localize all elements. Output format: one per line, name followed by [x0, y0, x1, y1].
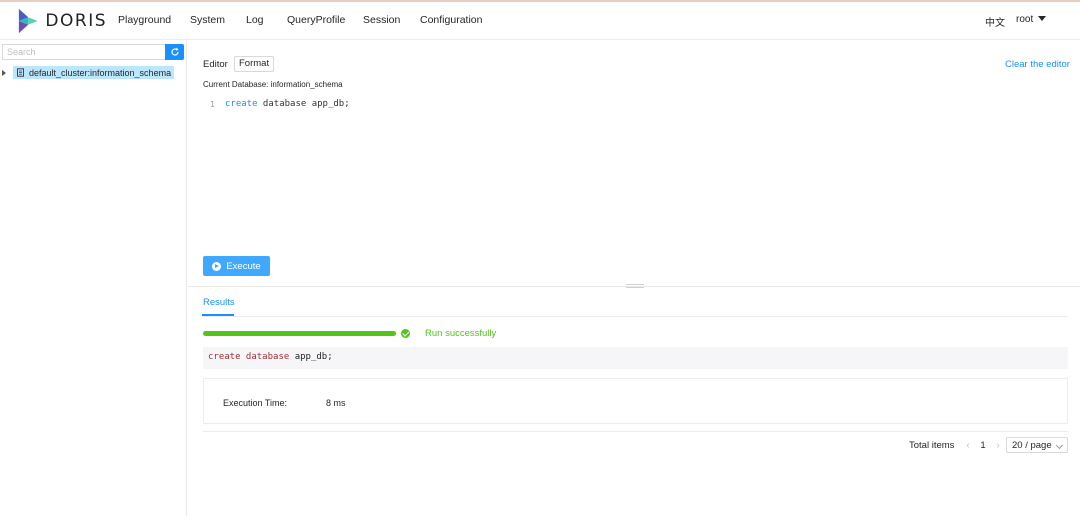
logo-text: DORIS — [45, 11, 107, 31]
progress-fill — [203, 331, 396, 336]
tree-node-label: default_cluster:information_schema — [29, 67, 172, 78]
nav-item-log[interactable]: Log — [246, 14, 264, 26]
nav-item-playground[interactable]: Playground — [118, 14, 171, 26]
drag-handle-icon[interactable] — [626, 284, 644, 288]
tree-node-selected[interactable]: default_cluster:information_schema — [13, 66, 175, 79]
nav-item-system[interactable]: System — [190, 14, 225, 26]
status-text: Run successfully — [425, 328, 497, 339]
execution-info: Execution Time: 8 ms — [203, 378, 1068, 424]
refresh-button[interactable] — [165, 44, 184, 60]
execute-label: Execute — [226, 260, 261, 272]
sidebar: default_cluster:information_schema — [0, 41, 187, 516]
page-number[interactable]: 1 — [976, 437, 990, 453]
caret-down-icon — [1038, 16, 1047, 21]
nav-item-configuration[interactable]: Configuration — [420, 14, 482, 26]
page-size-select[interactable]: 20 / page — [1006, 437, 1068, 453]
refresh-icon — [170, 47, 179, 56]
app-logo[interactable]: DORIS — [17, 6, 107, 36]
progress-bar — [203, 331, 396, 336]
top-navbar: DORIS Playground System Log QueryProfile… — [0, 2, 1080, 40]
doris-logo-icon — [18, 8, 38, 34]
tab-results[interactable]: Results — [203, 297, 235, 308]
chevron-left-icon[interactable]: ‹ — [961, 437, 975, 453]
check-circle-icon — [401, 329, 410, 338]
line-number: 1 — [210, 100, 215, 109]
tree-item-database[interactable]: default_cluster:information_schema — [2, 66, 175, 79]
executed-sql: create database app_db; — [203, 347, 1068, 369]
search-input[interactable] — [2, 44, 166, 60]
execution-time-value: 8 ms — [326, 398, 346, 408]
user-menu[interactable]: root — [1016, 14, 1047, 25]
divider — [203, 431, 1068, 432]
clear-editor-link[interactable]: Clear the editor — [1005, 59, 1070, 70]
nav-item-session[interactable]: Session — [363, 14, 400, 26]
editor-label: Editor — [203, 59, 228, 70]
current-database: Current Database: information_schema — [203, 80, 343, 89]
code-text: database app_db; — [257, 99, 350, 109]
total-items-label: Total items — [909, 440, 955, 451]
execute-button[interactable]: Execute — [203, 256, 270, 276]
sql-keyword: create database — [208, 352, 290, 362]
chevron-down-icon — [1055, 441, 1064, 450]
code-keyword: create — [225, 99, 258, 109]
caret-right-icon[interactable] — [2, 69, 6, 76]
main-panel: Editor Format Clear the editor Current D… — [188, 41, 1080, 516]
sql-text: app_db; — [289, 352, 333, 362]
language-switch[interactable]: 中文 — [985, 14, 1005, 29]
play-icon — [212, 261, 222, 271]
database-icon — [17, 68, 24, 77]
sql-editor[interactable]: 1 create database app_db; — [203, 97, 1065, 247]
user-name: root — [1016, 14, 1034, 25]
code-line[interactable]: create database app_db; — [225, 99, 350, 109]
format-button[interactable]: Format — [234, 56, 275, 72]
execution-time-label: Execution Time: — [223, 398, 288, 408]
nav-item-queryprofile[interactable]: QueryProfile — [287, 14, 345, 26]
page-size-value: 20 / page — [1012, 439, 1052, 451]
tabs-divider — [202, 316, 1068, 317]
chevron-right-icon[interactable]: › — [991, 437, 1005, 453]
